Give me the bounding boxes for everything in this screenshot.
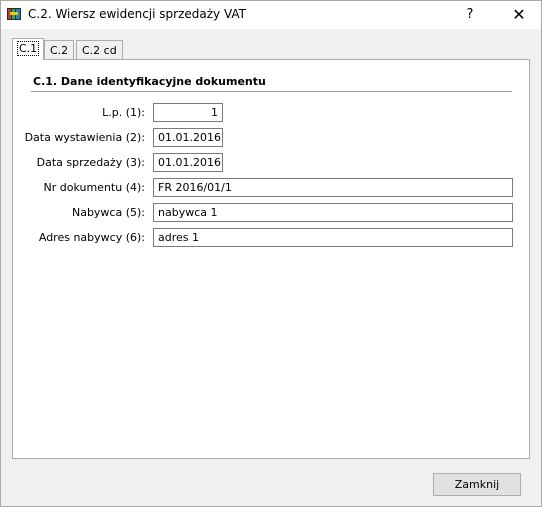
help-button[interactable]: ? [456,1,484,29]
nabywca-label: Nabywca (5): [71,206,145,219]
tab-c2-label: C.2 [50,44,69,57]
data-sprzedazy-field[interactable]: 01.01.2016 [153,153,223,172]
lp-field[interactable]: 1 [153,103,223,122]
adres-nabywcy-label: Adres nabywcy (6): [38,231,145,244]
nabywca-field[interactable]: nabywca 1 [153,203,513,222]
tab-c1[interactable]: C.1 [12,38,45,60]
zamknij-button[interactable]: Zamknij [433,473,521,496]
tab-c2-cd-label: C.2 cd [82,44,117,57]
section-divider [31,91,512,93]
section-title: C.1. Dane identyfikacyjne dokumentu [33,75,266,88]
adres-nabywcy-field[interactable]: adres 1 [153,228,513,247]
lp-label: L.p. (1): [102,106,145,119]
dialog-window: C.2. Wiersz ewidencji sprzedaży VAT ? ✕ … [0,0,542,507]
tab-c2-cd[interactable]: C.2 cd [76,40,123,59]
tab-c1-label: C.1 [16,41,40,56]
nr-dokumentu-field[interactable]: FR 2016/01/1 [153,178,513,197]
data-wystawienia-label: Data wystawienia (2): [24,131,145,144]
data-wystawienia-field[interactable]: 01.01.2016 [153,128,223,147]
close-window-button[interactable]: ✕ [502,1,536,29]
data-sprzedazy-label: Data sprzedaży (3): [36,156,145,169]
window-title: C.2. Wiersz ewidencji sprzedaży VAT [28,7,247,21]
nr-dokumentu-label: Nr dokumentu (4): [43,181,146,194]
app-icon [6,6,22,22]
title-bar[interactable]: C.2. Wiersz ewidencji sprzedaży VAT ? ✕ [1,1,541,29]
tab-panel: C.1. Dane identyfikacyjne dokumentu L.p.… [12,59,530,459]
tab-c2[interactable]: C.2 [44,40,75,59]
